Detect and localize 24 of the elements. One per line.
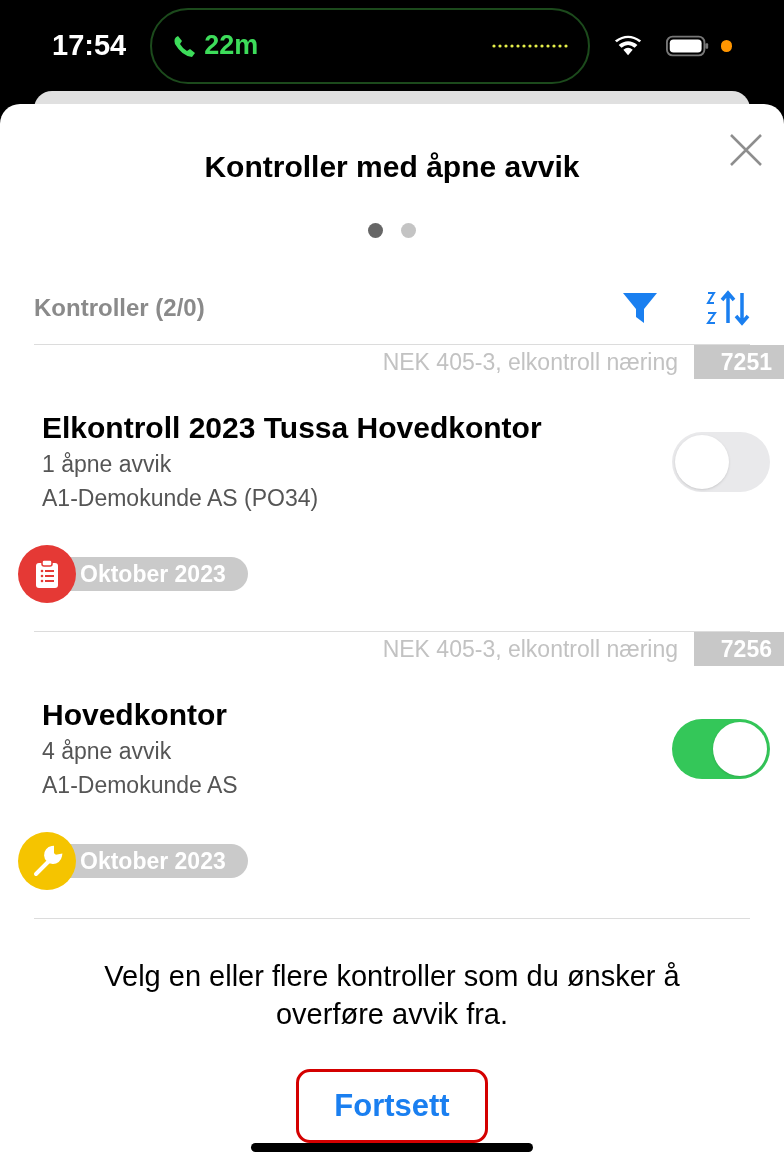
control-title: Elkontroll 2023 Tussa Hovedkontor (42, 410, 542, 446)
customer-name: A1-Demokunde AS (42, 771, 238, 800)
toggle-switch[interactable] (672, 432, 770, 492)
toggle-switch[interactable] (672, 719, 770, 779)
deviation-count: 1 åpne avvik (42, 450, 173, 479)
waveform-icon (491, 43, 568, 48)
list-header: Kontroller (2/0) (34, 293, 205, 323)
control-title: Hovedkontor (42, 697, 228, 733)
sheet-title: Kontroller med åpne avvik (204, 149, 580, 185)
deviation-count: 4 åpne avvik (42, 737, 173, 766)
wifi-icon (613, 33, 642, 58)
customer-name: A1-Demokunde AS (PO34) (42, 484, 320, 513)
sort-icon[interactable] (704, 290, 750, 326)
standard-label: NEK 405-3, elkontroll næring (382, 347, 678, 377)
instruction-text: Velg en eller flere kontroller som du ønsker å overføre avvik fra. (103, 959, 681, 1032)
close-icon (729, 133, 763, 167)
close-button[interactable] (728, 132, 764, 168)
standard-label: NEK 405-3, elkontroll næring (382, 634, 678, 664)
call-pill[interactable]: 22m (150, 7, 590, 84)
clipboard-icon (34, 559, 60, 589)
status-time: 17:54 (52, 27, 127, 63)
call-duration: 22m (204, 29, 259, 63)
filter-icon[interactable] (622, 291, 658, 325)
battery-icon (665, 34, 709, 57)
